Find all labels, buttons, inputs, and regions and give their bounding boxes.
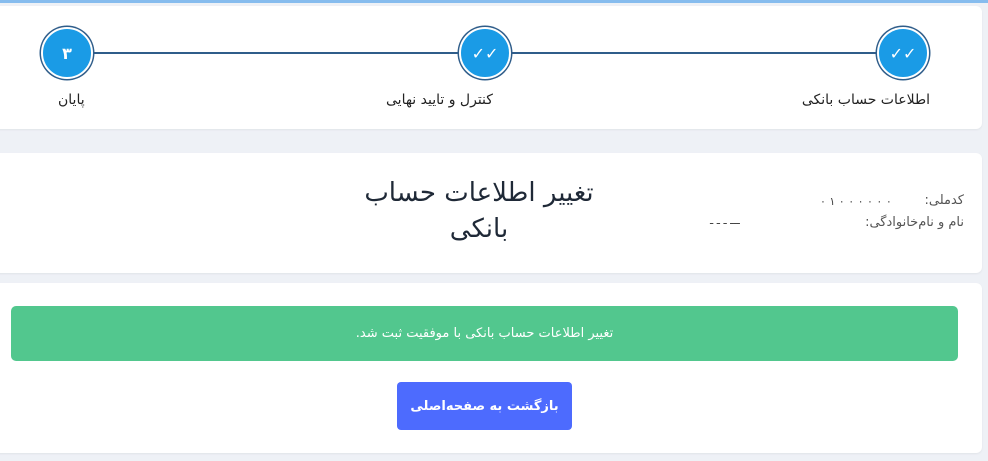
- success-message: تغییر اطلاعات حساب بانکی با موفقیت ثبت ش…: [355, 326, 614, 341]
- step-3-number-text: ۳: [62, 43, 72, 63]
- step-3-label: پایان: [58, 92, 85, 108]
- page-title: تغییر اطلاعات حساب بانکی: [364, 178, 594, 244]
- back-to-home-button[interactable]: بازگشت به صفحه‌اصلی: [397, 382, 572, 430]
- fullname-value: ـــ ـ ـ ـ: [710, 214, 740, 227]
- step-connector: [510, 52, 890, 54]
- step-connector: [94, 52, 474, 54]
- account-info-card: تغییر اطلاعات حساب بانکی کدملی: ۰ ۱ ۰ ۰ …: [0, 153, 982, 273]
- step-2-label: کنترل و تایید نهایی: [386, 92, 493, 108]
- national-code-value: ۰ ۱ ۰ ۰ ۰ ۰ ۰ ۰: [820, 195, 892, 208]
- double-check-icon: ✓✓: [471, 43, 499, 63]
- result-card: تغییر اطلاعات حساب بانکی با موفقیت ثبت ش…: [0, 283, 982, 453]
- step-2-double-check-icon: ✓✓: [459, 27, 511, 79]
- double-check-icon: ✓✓: [889, 43, 917, 63]
- step-3-number: ۳: [41, 27, 93, 79]
- progress-stepper: ✓✓ اطلاعات حساب بانکی ✓✓ کنترل و تایید ن…: [0, 6, 982, 129]
- step-1-double-check-icon: ✓✓: [877, 27, 929, 79]
- national-code-label: کدملی:: [924, 193, 965, 208]
- fullname-label: نام و نام‌خانوادگی:: [865, 215, 964, 230]
- top-accent-line: [0, 0, 988, 3]
- step-1-label: اطلاعات حساب بانکی: [801, 92, 930, 108]
- success-alert: تغییر اطلاعات حساب بانکی با موفقیت ثبت ش…: [11, 306, 958, 361]
